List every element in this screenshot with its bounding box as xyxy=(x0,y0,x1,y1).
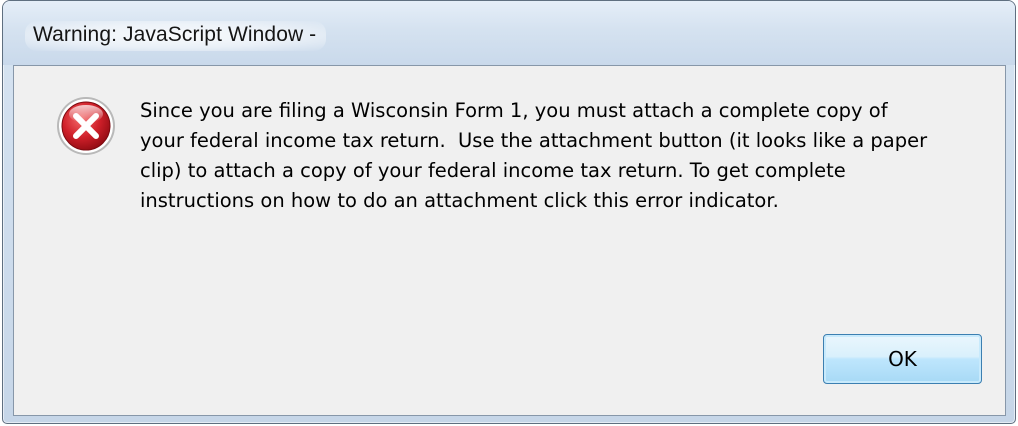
title-bar[interactable]: Warning: JavaScript Window - xyxy=(3,1,1015,65)
error-icon[interactable] xyxy=(54,94,118,158)
window-title: Warning: JavaScript Window - xyxy=(25,21,327,51)
ok-button[interactable]: OK xyxy=(823,334,982,384)
dialog-body: Since you are filing a Wisconsin Form 1,… xyxy=(13,65,1006,416)
error-message: Since you are filing a Wisconsin Form 1,… xyxy=(140,99,928,212)
javascript-warning-window: Warning: JavaScript Window - Since you a… xyxy=(2,0,1016,424)
ok-button-label: OK xyxy=(888,347,917,371)
